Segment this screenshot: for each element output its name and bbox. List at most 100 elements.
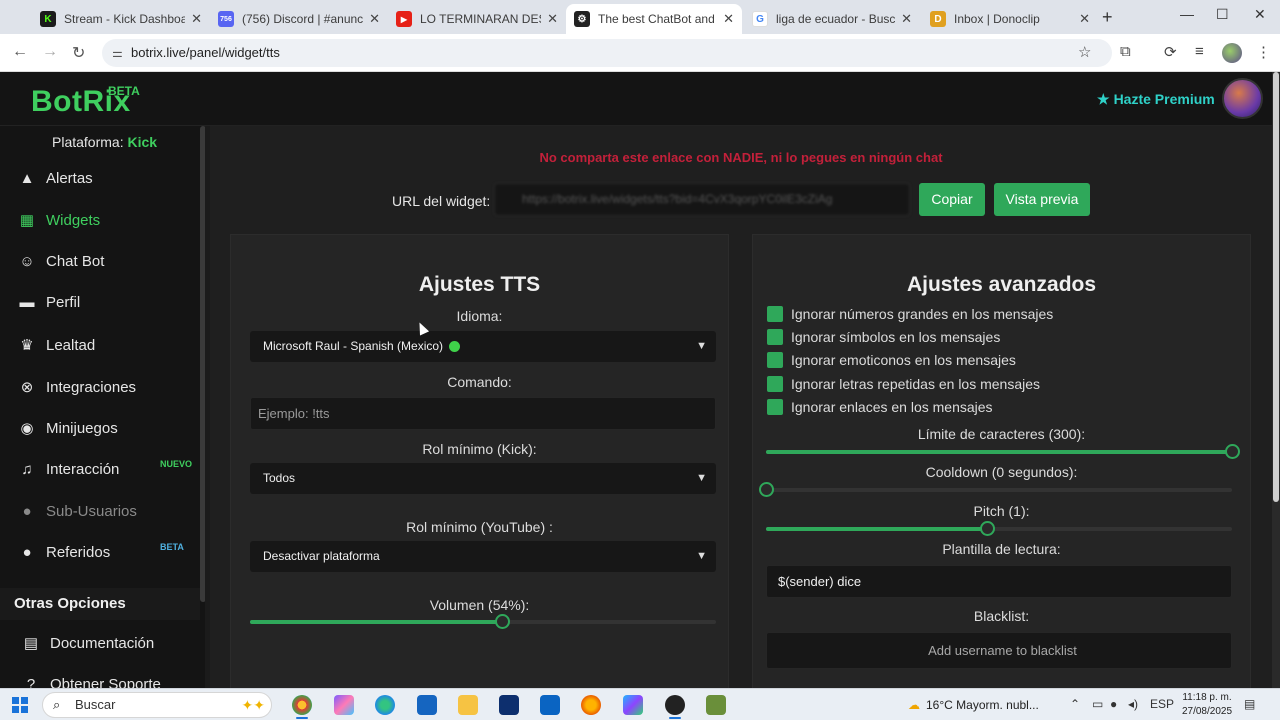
sidebar-item-label: Sub-Usuarios bbox=[46, 503, 137, 520]
checkbox-box[interactable] bbox=[767, 376, 783, 392]
checkbox-ignore-symbols[interactable]: Ignorar símbolos en los mensajes bbox=[767, 329, 1000, 345]
copilot-icon[interactable] bbox=[334, 695, 354, 715]
checkbox-ignore-emotes[interactable]: Ignorar emoticonos en los mensajes bbox=[767, 352, 1016, 368]
sidebar-item-interaccion[interactable]: ♫ Interacción bbox=[16, 461, 119, 478]
browser-profile-avatar[interactable] bbox=[1222, 43, 1242, 63]
volumen-slider[interactable] bbox=[250, 614, 716, 629]
bookmark-star-icon[interactable]: ☆ bbox=[1078, 43, 1091, 61]
tab-discord[interactable]: 756 (756) Discord | #anuncios- ✕ bbox=[210, 4, 388, 34]
sidebar-item-documentacion[interactable]: ▤ Documentación bbox=[20, 634, 154, 653]
checkbox-ignore-numbers[interactable]: Ignorar números grandes en los mensajes bbox=[767, 306, 1053, 322]
copilot-365-icon[interactable] bbox=[623, 695, 643, 715]
tab-kick-dashboard[interactable]: K Stream - Kick Dashboard ✕ bbox=[32, 4, 210, 34]
close-icon[interactable]: ✕ bbox=[723, 11, 734, 27]
sidebar-item-perfil[interactable]: ▬ Perfil bbox=[16, 294, 81, 311]
volumen-label: Volumen (54%): bbox=[429, 597, 530, 613]
char-limit-slider[interactable] bbox=[766, 444, 1240, 459]
google-icon: G bbox=[752, 11, 768, 27]
checkbox-box[interactable] bbox=[767, 306, 783, 322]
copy-button[interactable]: Copiar bbox=[919, 183, 985, 216]
sidebar-item-minijuegos[interactable]: ◉ Minijuegos bbox=[16, 419, 117, 438]
network-icon[interactable]: ▭ bbox=[1092, 697, 1103, 711]
tab-donoclip[interactable]: D Inbox | Donoclip ✕ bbox=[922, 4, 1098, 34]
obs-icon[interactable] bbox=[665, 695, 685, 719]
slider-handle[interactable] bbox=[980, 521, 996, 536]
dropbox-icon[interactable] bbox=[499, 695, 519, 715]
checkbox-ignore-repeated[interactable]: Ignorar letras repetidas en los mensajes bbox=[767, 376, 1040, 392]
menu-icon[interactable]: ⋮ bbox=[1256, 43, 1271, 61]
preview-button[interactable]: Vista previa bbox=[994, 183, 1090, 216]
weather-widget[interactable]: ☁ 16°C Mayorm. nubl... bbox=[908, 698, 1039, 712]
site-info-icon[interactable]: ⚌ bbox=[112, 39, 123, 67]
sidebar-item-referidos[interactable]: ● Referidos bbox=[16, 544, 110, 561]
file-explorer-icon[interactable] bbox=[458, 695, 478, 715]
close-icon[interactable]: ✕ bbox=[901, 11, 912, 27]
cooldown-slider[interactable] bbox=[759, 482, 1232, 497]
tab-botrix[interactable]: ⚙ The best ChatBot and Wid ✕ bbox=[566, 4, 742, 34]
scrollbar-thumb[interactable] bbox=[1273, 72, 1279, 502]
edge-icon[interactable] bbox=[375, 695, 395, 715]
chevron-down-icon: ▼ bbox=[696, 550, 707, 562]
volume-icon[interactable]: ◂) bbox=[1128, 697, 1138, 711]
checkbox-ignore-links[interactable]: Ignorar enlaces en los mensajes bbox=[767, 399, 993, 415]
back-icon[interactable]: ← bbox=[12, 43, 28, 61]
language-indicator[interactable]: ESP bbox=[1150, 697, 1174, 711]
botrix-icon: ⚙ bbox=[574, 11, 590, 27]
tab-title: The best ChatBot and Wid bbox=[598, 12, 717, 26]
close-icon[interactable]: ✕ bbox=[191, 11, 202, 27]
comando-input[interactable]: Ejemplo: !tts bbox=[250, 397, 716, 430]
clock[interactable]: 11:18 p. m. 27/08/2025 bbox=[1180, 691, 1234, 719]
outlook-icon[interactable] bbox=[540, 695, 560, 715]
media-icon[interactable]: ≡ bbox=[1195, 43, 1204, 60]
slider-handle[interactable] bbox=[1225, 444, 1240, 459]
rol-youtube-select[interactable]: Desactivar plataforma ▼ bbox=[250, 541, 716, 572]
idioma-select[interactable]: Microsoft Raul - Spanish (Mexico) ▼ bbox=[250, 331, 716, 362]
sidebar-item-chat-bot[interactable]: ☺ Chat Bot bbox=[16, 253, 104, 270]
close-icon[interactable]: ✕ bbox=[369, 11, 380, 27]
firefox-icon[interactable] bbox=[581, 695, 601, 715]
sidebar-item-lealtad[interactable]: ♛ Lealtad bbox=[16, 336, 95, 355]
user-avatar[interactable] bbox=[1222, 78, 1263, 119]
tab-google[interactable]: G liga de ecuador - Buscar co ✕ bbox=[744, 4, 920, 34]
sidebar-item-widgets[interactable]: ▦ Widgets bbox=[16, 211, 100, 230]
platform-value: Kick bbox=[127, 134, 158, 150]
extensions-icon[interactable]: ⧉ bbox=[1120, 43, 1131, 60]
pitch-slider[interactable] bbox=[766, 521, 1232, 536]
sidebar-scrollbar[interactable] bbox=[200, 126, 205, 602]
url-field[interactable]: ⚌ botrix.live/panel/widget/tts bbox=[102, 39, 1112, 67]
blacklist-input[interactable]: Add username to blacklist bbox=[766, 632, 1232, 669]
tab-youtube[interactable]: ▶ LO TERMINARAN DESA ✕ bbox=[388, 4, 566, 34]
new-tab-button[interactable]: + bbox=[1102, 7, 1113, 28]
minecraft-icon[interactable] bbox=[706, 695, 726, 715]
checkbox-box[interactable] bbox=[767, 352, 783, 368]
chrome-icon[interactable] bbox=[292, 695, 312, 719]
slider-handle[interactable] bbox=[494, 614, 510, 629]
tray-chevron-icon[interactable]: ⌃ bbox=[1070, 697, 1080, 711]
windows-start-icon[interactable] bbox=[12, 697, 28, 713]
notification-icon[interactable]: ▤ bbox=[1244, 697, 1255, 711]
store-icon[interactable] bbox=[417, 695, 437, 715]
minimize-icon[interactable]: — bbox=[1180, 6, 1194, 22]
grid-icon: ▦ bbox=[19, 212, 35, 229]
microphone-icon[interactable]: ● bbox=[1110, 697, 1117, 711]
reload-icon[interactable]: ↻ bbox=[72, 43, 85, 63]
widget-url-field[interactable]: https://botrix.live/widgets/tts?bid=4CvX… bbox=[494, 183, 910, 216]
slider-handle[interactable] bbox=[759, 482, 774, 497]
sidebar-item-soporte[interactable]: ? Obtener Soporte bbox=[20, 676, 161, 688]
close-icon[interactable]: ✕ bbox=[1079, 11, 1090, 27]
close-icon[interactable]: ✕ bbox=[547, 11, 558, 27]
page-scrollbar[interactable] bbox=[1272, 72, 1280, 688]
sidebar-item-sub-usuarios[interactable]: ● Sub-Usuarios bbox=[16, 503, 137, 520]
close-window-icon[interactable]: ✕ bbox=[1254, 6, 1266, 23]
rol-kick-select[interactable]: Todos ▼ bbox=[250, 463, 716, 494]
forward-icon[interactable]: → bbox=[42, 43, 58, 61]
sidebar-item-integraciones[interactable]: ⊗ Integraciones bbox=[16, 378, 136, 397]
taskbar-search[interactable]: ⌕ Buscar ✦✦ bbox=[42, 692, 272, 718]
checkbox-box[interactable] bbox=[767, 329, 783, 345]
template-input[interactable]: $(sender) dice bbox=[766, 565, 1232, 598]
checkbox-box[interactable] bbox=[767, 399, 783, 415]
sidebar-item-alertas[interactable]: ▲ Alertas bbox=[16, 170, 93, 187]
sync-icon[interactable]: ⟳ bbox=[1164, 43, 1177, 61]
maximize-icon[interactable]: ☐ bbox=[1216, 6, 1229, 23]
premium-link[interactable]: ★ Hazte Premium bbox=[1097, 91, 1215, 108]
